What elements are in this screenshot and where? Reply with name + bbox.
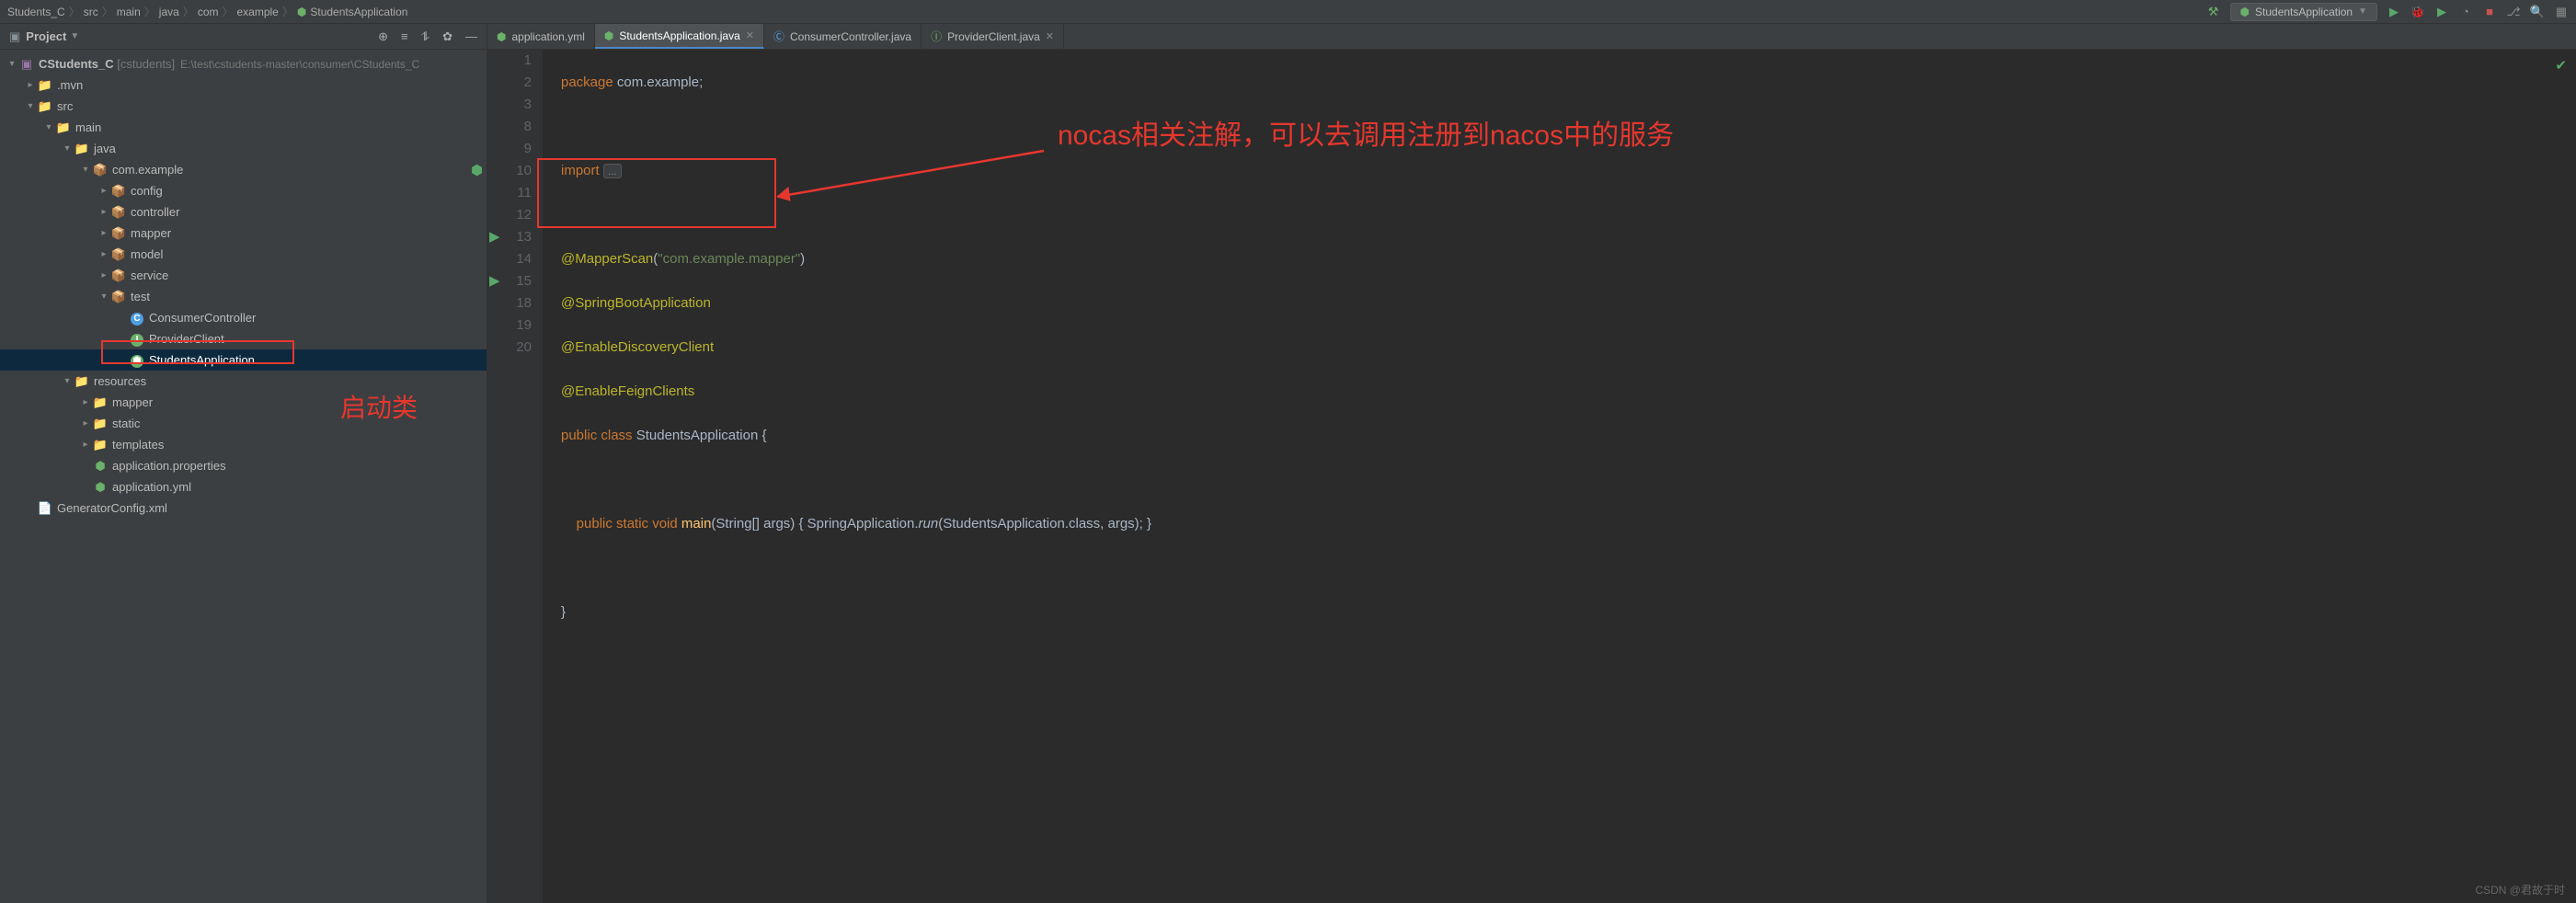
tree-node-selected[interactable]: ⬢StudentsApplication [0,349,487,371]
build-icon[interactable]: ⚒ [2206,5,2221,19]
tree-node[interactable]: IProviderClient [0,328,487,349]
top-toolbar: Students_C〉 src〉 main〉 java〉 com〉 exampl… [0,0,2576,24]
inspection-ok-icon[interactable]: ✔ [2555,55,2567,77]
gear-icon[interactable]: ✿ [442,29,452,44]
run-gutter-icon[interactable]: ▶ [489,226,500,248]
git-button[interactable]: ⎇ [2506,5,2521,19]
run-configuration-selector[interactable]: ⬢ StudentsApplication ▼ [2230,3,2377,21]
interface-icon: Ⓘ [931,29,942,44]
bean-gutter-icon[interactable]: ⬢ [471,160,483,182]
tree-node[interactable]: ▸📦mapper [0,223,487,244]
root-name: CStudents_C [39,57,114,71]
tree-node[interactable]: ▸📦controller [0,201,487,223]
watermark: CSDN @君故于时 [2475,882,2565,897]
chevron-down-icon[interactable]: ▼ [70,31,79,41]
breadcrumb-item[interactable]: StudentsApplication [310,6,407,18]
spring-icon: ⬢ [297,6,306,18]
settings-button[interactable]: ▦ [2554,5,2569,19]
breadcrumb-item[interactable]: src [84,6,98,18]
close-icon[interactable]: ✕ [746,29,754,41]
collapse-icon[interactable]: ⥮ [421,29,429,44]
breadcrumb-item[interactable]: java [159,6,179,18]
tree-node[interactable]: ▸📦service [0,265,487,286]
tree-node[interactable]: ▸📁.mvn [0,74,487,96]
breadcrumb: Students_C〉 src〉 main〉 java〉 com〉 exampl… [7,4,407,19]
tree-node[interactable]: ▸📁mapper [0,392,487,413]
root-tag: [cstudents] [117,57,175,71]
gutter: 1 2 3 8 9 10⬢ 11 12 13▶ 14 15▶ 18 19 20 [487,50,543,903]
tree-node[interactable]: ▸📁static [0,413,487,434]
locate-icon[interactable]: ⊕ [378,29,388,44]
expand-icon[interactable]: ≡ [401,29,408,44]
editor-tabs: ⬢application.yml ⬢StudentsApplication.ja… [487,24,2576,50]
breadcrumb-item[interactable]: Students_C [7,6,65,18]
tree-node[interactable]: ▸📁templates [0,434,487,455]
yml-icon: ⬢ [497,30,506,43]
tree-node[interactable]: ▾📦com.example [0,159,487,180]
tree-node[interactable]: ⬢application.properties [0,455,487,476]
breadcrumb-item[interactable]: example [237,6,279,18]
tree-root[interactable]: ▾▣ CStudents_C [cstudents] E:\test\cstud… [0,53,487,74]
panel-title: Project [26,29,66,43]
tree-node[interactable]: 📄GeneratorConfig.xml [0,497,487,519]
debug-button[interactable]: 🐞 [2410,5,2425,19]
run-config-name: StudentsApplication [2255,6,2353,18]
tab-application-yml[interactable]: ⬢application.yml [487,24,595,49]
root-path: E:\test\cstudents-master\consumer\CStude… [180,58,419,71]
spring-icon: ⬢ [2240,6,2250,18]
tree-node[interactable]: ▸📦config [0,180,487,201]
chevron-down-icon: ▼ [2358,6,2367,17]
project-panel-header: ▣ Project ▼ ⊕ ≡ ⥮ ✿ — [0,24,487,50]
tree-node[interactable]: ▾📁resources [0,371,487,392]
spring-icon: ⬢ [604,29,613,42]
breadcrumb-item[interactable]: main [117,6,141,18]
folder-icon: ▣ [9,29,20,44]
stop-button[interactable]: ■ [2482,5,2497,19]
code-editor[interactable]: 1 2 3 8 9 10⬢ 11 12 13▶ 14 15▶ 18 19 20 … [487,50,2576,903]
tree-node[interactable]: ▸📦model [0,244,487,265]
breadcrumb-item[interactable]: com [198,6,219,18]
tree-node[interactable]: CConsumerController [0,307,487,328]
code-content[interactable]: package com.example; import ... @MapperS… [543,50,2576,903]
tree-node[interactable]: ▾📁main [0,117,487,138]
coverage-button[interactable]: ▶ [2434,5,2449,19]
tab-students-application[interactable]: ⬢StudentsApplication.java✕ [595,24,764,49]
project-tree[interactable]: ▾▣ CStudents_C [cstudents] E:\test\cstud… [0,50,487,522]
tree-node[interactable]: ⬢application.yml [0,476,487,497]
class-icon: Ⓒ [773,29,784,44]
editor-area: ⬢application.yml ⬢StudentsApplication.ja… [487,24,2576,903]
run-gutter-icon[interactable]: ▶ [489,270,500,292]
tab-provider-client[interactable]: ⒾProviderClient.java✕ [922,24,1064,49]
search-button[interactable]: 🔍 [2530,5,2545,19]
tree-node[interactable]: ▾📦test [0,286,487,307]
tab-consumer-controller[interactable]: ⒸConsumerController.java [764,24,922,49]
hide-icon[interactable]: — [465,29,477,44]
project-tool-window: ▣ Project ▼ ⊕ ≡ ⥮ ✿ — ▾▣ CStudents_C [cs… [0,24,487,903]
tree-node[interactable]: ▾📁src [0,96,487,117]
close-icon[interactable]: ✕ [1046,30,1054,42]
tree-node[interactable]: ▾📁java [0,138,487,159]
profiler-button[interactable]: ◔ [2458,5,2473,19]
run-button[interactable]: ▶ [2387,5,2401,19]
